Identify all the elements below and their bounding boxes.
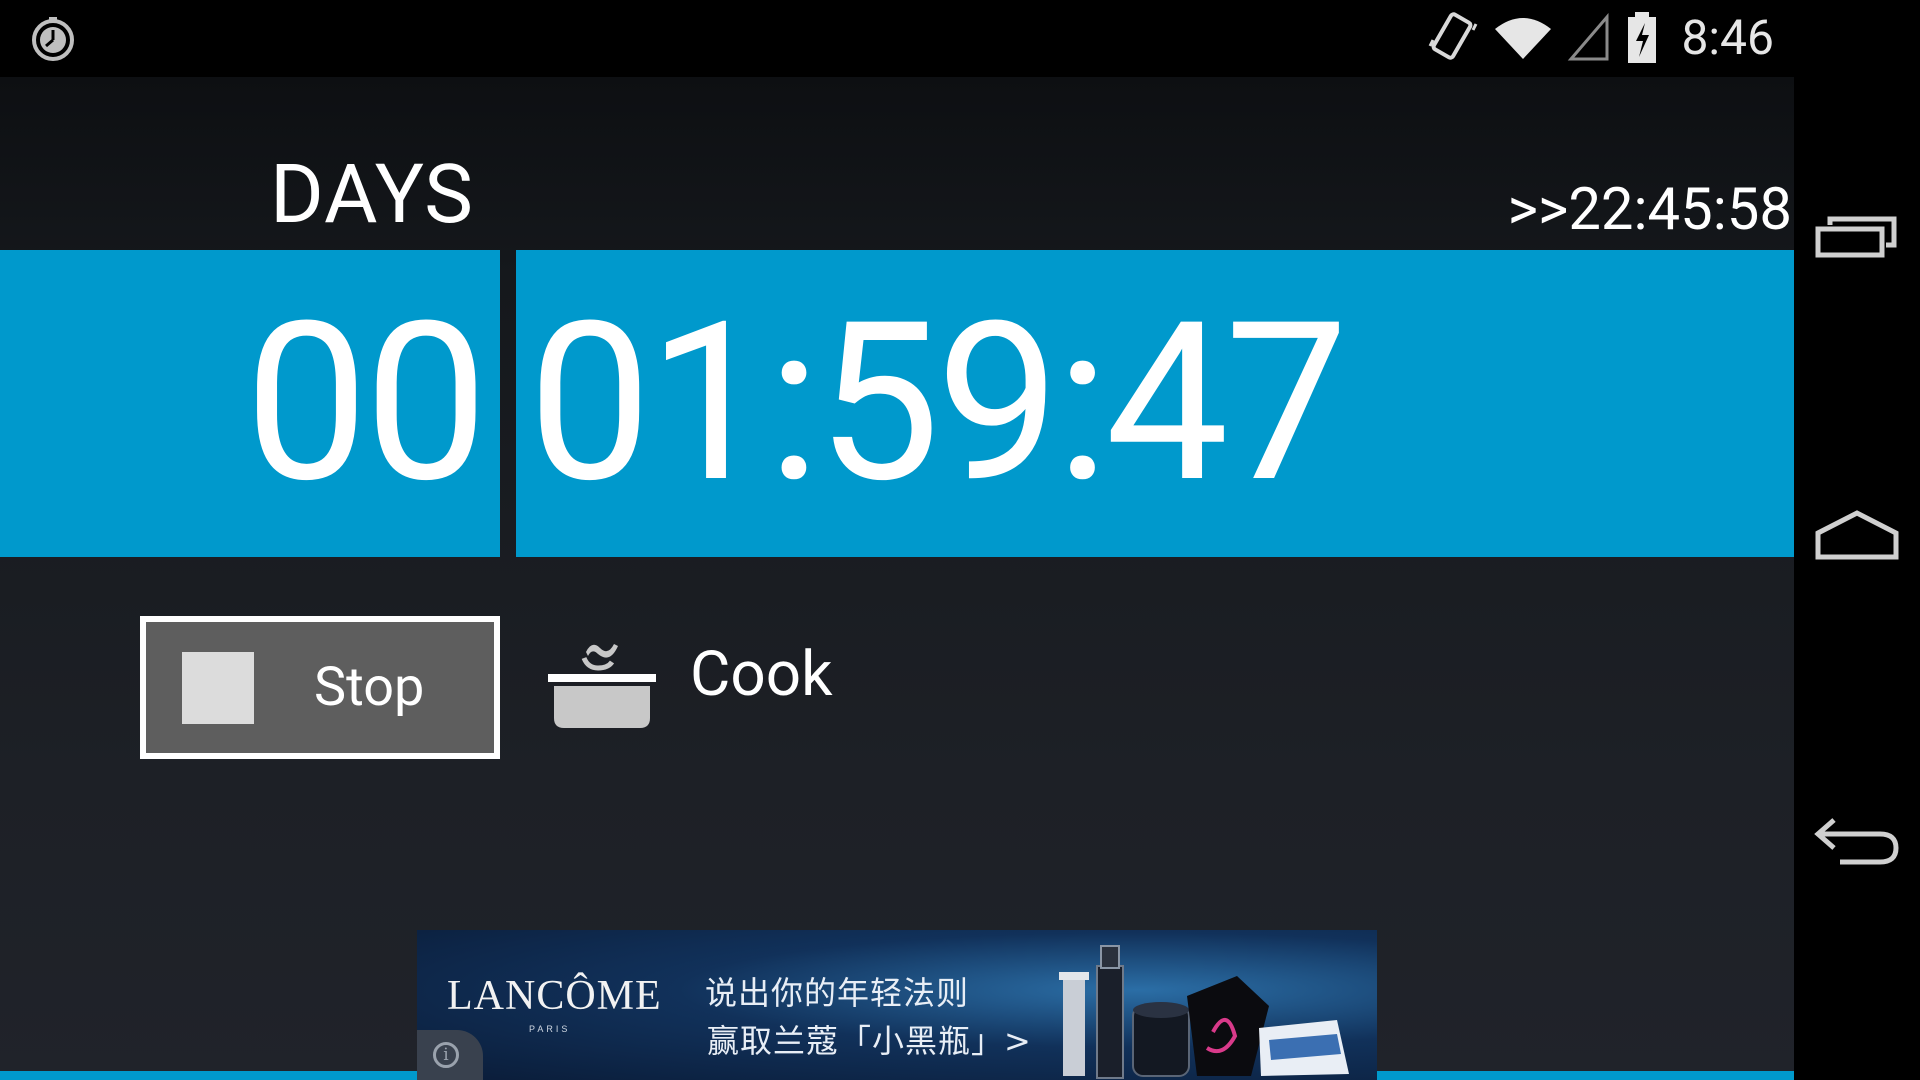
stop-icon: [182, 652, 254, 724]
countdown-value: 01:59:47: [528, 274, 1348, 532]
back-icon[interactable]: [1814, 806, 1900, 876]
cooking-pot-icon[interactable]: [548, 630, 656, 730]
countdown-panel: 01:59:47: [516, 250, 1794, 557]
ad-subheadline: 赢取兰蔻「小黑瓶」>: [707, 1022, 1032, 1060]
home-icon[interactable]: [1814, 505, 1900, 575]
ad-product-image: [1059, 945, 1349, 1079]
recent-apps-icon[interactable]: [1814, 205, 1900, 275]
battery-charging-icon: [1628, 12, 1657, 63]
target-time: >>22:45:58: [1507, 176, 1792, 244]
wifi-icon: [1495, 18, 1552, 59]
category-label: Cook: [690, 638, 833, 711]
status-bar: 8:46: [0, 0, 1794, 77]
info-icon: i: [433, 1042, 459, 1068]
ad-banner[interactable]: LANCÔME PARIS 说出你的年轻法则 赢取兰蔻「小黑瓶」> i: [417, 930, 1377, 1080]
bottom-accent-right: [1377, 1071, 1794, 1080]
days-label: DAYS: [270, 147, 474, 243]
vibrate-icon: [1429, 12, 1478, 60]
ad-info-button[interactable]: i: [417, 1030, 483, 1080]
navigation-bar: [1794, 0, 1920, 1080]
stop-button[interactable]: Stop: [140, 616, 500, 759]
days-value: 00: [244, 274, 488, 532]
status-time: 8:46: [1681, 9, 1774, 66]
alarm-clock-icon: [32, 17, 74, 61]
ad-brand: LANCÔME: [447, 973, 662, 1019]
ad-headline: 说出你的年轻法则: [705, 974, 970, 1012]
stop-label: Stop: [314, 656, 425, 719]
bottom-accent-left: [0, 1071, 417, 1080]
cell-signal-icon: [1568, 13, 1609, 61]
days-panel: 00: [0, 250, 500, 557]
ad-brand-sub: PARIS: [529, 1024, 571, 1034]
status-icons: 8:46: [1427, 8, 1774, 68]
timer-screen: DAYS >>22:45:58 00 01:59:47 Stop Cook LA…: [0, 77, 1794, 1080]
